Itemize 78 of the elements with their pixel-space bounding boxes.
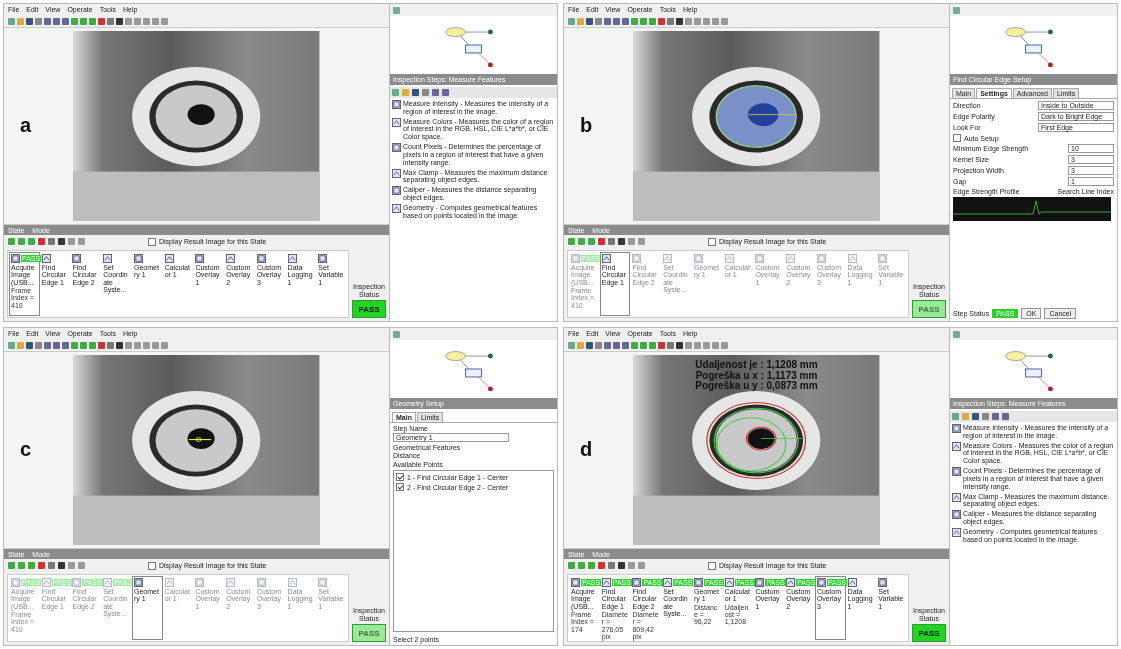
checkbox[interactable] [396, 483, 404, 491]
step-icon [632, 578, 642, 587]
step-icon [952, 467, 961, 477]
status-indicator: PASS [352, 624, 386, 642]
checkbox[interactable] [148, 237, 156, 246]
step-icon [755, 254, 765, 263]
step-icon [41, 254, 51, 263]
step-icon [878, 578, 888, 587]
step-icon [392, 186, 401, 196]
step-icon [392, 203, 401, 213]
step-icon [952, 441, 961, 451]
step-icon [952, 510, 961, 520]
step-icon [256, 254, 266, 263]
step-icon [816, 254, 826, 263]
step-icon [601, 254, 611, 263]
step-icon [195, 578, 205, 587]
step-icon [164, 578, 174, 587]
step-icon [133, 578, 143, 587]
panel-letter: a [20, 114, 32, 138]
step-icon [392, 100, 401, 109]
overlay-text: Pogreška u y : 0,0873 mm [695, 381, 818, 392]
step-icon [663, 254, 673, 263]
step-icon [11, 578, 20, 587]
window-icon[interactable] [393, 330, 400, 338]
step-icon [103, 578, 113, 587]
panel-letter: b [580, 114, 593, 138]
step-icon [41, 578, 51, 587]
overlay-text: Udaljenost je : 1,1208 mm [695, 360, 818, 371]
step-icon [571, 578, 580, 587]
step-icon [318, 254, 328, 263]
step-icon [847, 578, 857, 587]
panel-letter: d [580, 438, 593, 462]
step-icon [287, 254, 297, 263]
window-icon[interactable] [953, 330, 960, 338]
step-icon [103, 254, 113, 263]
step-icon [601, 578, 611, 587]
step-icon [318, 578, 328, 587]
step-icon [952, 492, 961, 502]
step-icon [693, 254, 703, 263]
step-icon [226, 254, 236, 263]
window-icon[interactable] [953, 6, 960, 14]
step-icon [392, 143, 401, 153]
step-icon [847, 254, 857, 263]
window-icon[interactable] [393, 6, 400, 14]
step-icon [571, 254, 580, 263]
step-icon [195, 254, 205, 263]
checkbox[interactable] [148, 561, 156, 570]
step-icon [72, 254, 82, 263]
checkbox[interactable] [708, 237, 716, 246]
step-icon [133, 254, 143, 263]
step-icon [816, 578, 826, 587]
step-icon [392, 168, 401, 178]
checkbox[interactable] [708, 561, 716, 570]
status-indicator: PASS [912, 300, 946, 318]
status-indicator: PASS [352, 300, 386, 318]
step-icon [724, 254, 734, 263]
step-icon [952, 424, 961, 433]
step-icon [724, 578, 734, 587]
panel-letter: c [20, 438, 32, 462]
checkbox[interactable] [396, 473, 404, 481]
status-indicator: PASS [912, 624, 946, 642]
step-icon [632, 254, 642, 263]
step-icon [786, 254, 796, 263]
step-icon [72, 578, 82, 587]
step-icon [392, 117, 401, 127]
step-icon [952, 527, 961, 537]
step-icon [755, 578, 765, 587]
step-icon [164, 254, 174, 263]
step-icon [256, 578, 266, 587]
step-icon [11, 254, 20, 263]
step-icon [226, 578, 236, 587]
step-icon [663, 578, 673, 587]
step-icon [693, 578, 703, 587]
checkbox[interactable] [953, 134, 961, 142]
step-icon [287, 578, 297, 587]
step-icon [786, 578, 796, 587]
overlay-text: Pogreška u x : 1,1173 mm [695, 370, 818, 381]
step-icon [878, 254, 888, 263]
